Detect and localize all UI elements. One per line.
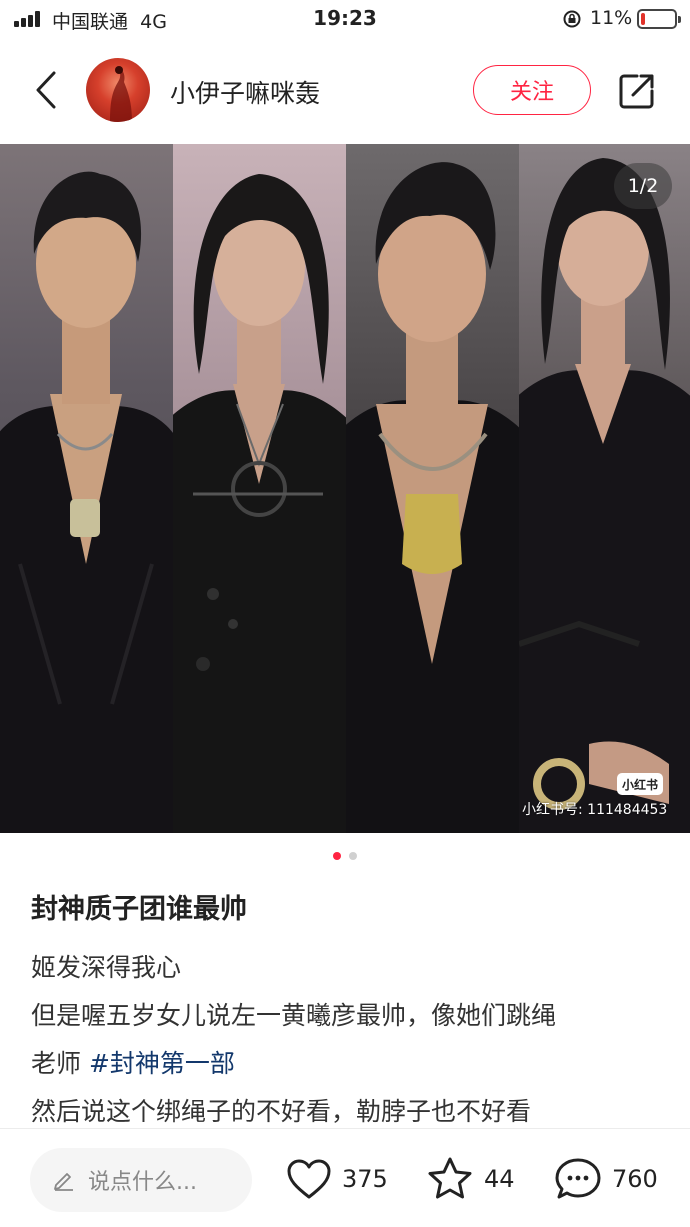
note-line-3-text: 老师 bbox=[31, 1049, 82, 1078]
page-counter: 1/2 bbox=[614, 163, 672, 209]
note-line-2: 但是喔五岁女儿说左一黄曦彦最帅，像她们跳绳 bbox=[31, 1001, 557, 1030]
author-avatar[interactable] bbox=[86, 58, 150, 122]
share-button[interactable] bbox=[614, 68, 660, 114]
photo-panel-3 bbox=[346, 144, 519, 833]
comment-button[interactable]: 760 bbox=[554, 1151, 658, 1207]
pencil-icon bbox=[54, 1173, 73, 1191]
note-line-1: 姬发深得我心 bbox=[31, 953, 182, 982]
photo-panel-4 bbox=[519, 144, 690, 833]
photo-panel-1 bbox=[0, 144, 173, 833]
star-icon bbox=[428, 1157, 472, 1199]
pagination-dots bbox=[0, 852, 690, 862]
pagination-dot bbox=[349, 852, 357, 860]
comment-input[interactable]: 说点什么... bbox=[30, 1148, 252, 1212]
heart-icon bbox=[287, 1159, 331, 1199]
author-name[interactable]: 小伊子嘛咪轰 bbox=[170, 74, 320, 110]
like-button[interactable]: 375 bbox=[286, 1151, 388, 1207]
note-header: 小伊子嘛咪轰 关注 bbox=[0, 40, 690, 144]
comment-placeholder: 说点什么... bbox=[88, 1170, 197, 1195]
clock: 19:23 bbox=[313, 6, 377, 30]
bottom-action-bar: 说点什么... 375 44 760 bbox=[0, 1128, 690, 1227]
pagination-dot-active bbox=[333, 852, 341, 860]
watermark-logo: 小红书 bbox=[617, 773, 663, 795]
note-line-4: 然后说这个绑绳子的不好看，勒脖子也不好看 bbox=[31, 1097, 532, 1126]
hashtag-link[interactable]: #封神第一部 bbox=[89, 1049, 235, 1078]
comment-count: 760 bbox=[612, 1165, 658, 1193]
back-button[interactable] bbox=[24, 66, 68, 114]
avatar-image bbox=[110, 66, 132, 122]
comment-icon bbox=[555, 1158, 601, 1199]
rotation-lock-icon bbox=[563, 10, 581, 28]
collect-count: 44 bbox=[484, 1165, 515, 1193]
like-count: 375 bbox=[342, 1165, 388, 1193]
watermark-id: 小红书号: 111484453 bbox=[522, 802, 668, 818]
back-icon bbox=[36, 71, 56, 109]
battery-icon bbox=[637, 9, 681, 29]
note-title: 封神质子团谁最帅 bbox=[31, 894, 247, 925]
collect-button[interactable]: 44 bbox=[426, 1151, 515, 1207]
photo-panel-2 bbox=[173, 144, 346, 833]
battery-percent: 11% bbox=[590, 7, 633, 29]
share-icon bbox=[619, 74, 654, 109]
status-bar: 中国联通 4G 19:23 11% bbox=[0, 0, 690, 40]
photo-gallery[interactable] bbox=[0, 144, 690, 833]
note-line-3: 老师 #封神第一部 bbox=[31, 1044, 235, 1080]
follow-button[interactable]: 关注 bbox=[473, 65, 591, 115]
battery-fill bbox=[641, 13, 645, 25]
